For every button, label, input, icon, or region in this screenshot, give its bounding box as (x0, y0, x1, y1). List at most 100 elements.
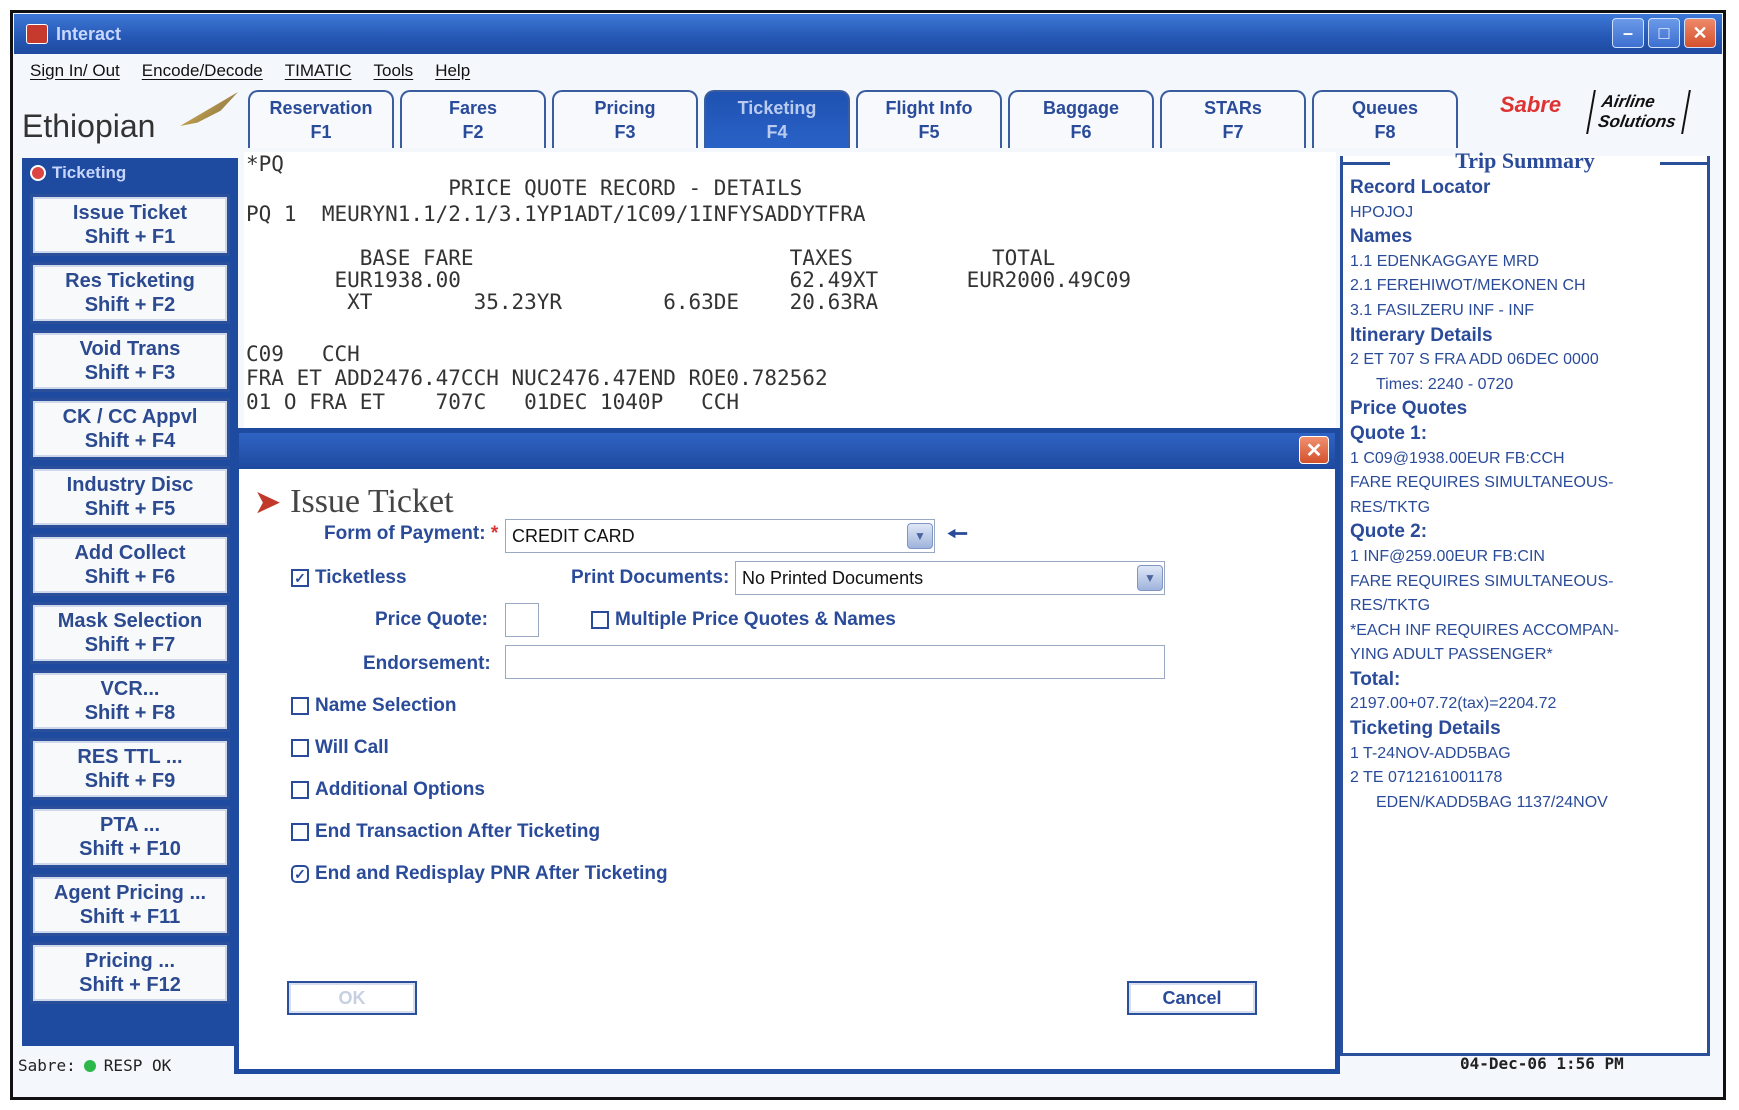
trip-summary-line: 2 ET 707 S FRA ADD 06DEC 0000 (1350, 351, 1599, 369)
tab-pricing[interactable]: Pricing F3 (552, 90, 698, 148)
trip-summary-line: RES/TKTG (1350, 597, 1431, 615)
checkbox-unchecked-icon (291, 823, 309, 841)
will-call-checkbox[interactable]: Will Call (291, 737, 389, 759)
res-ttl-button[interactable]: RES TTL ... Shift + F9 (30, 738, 230, 800)
trip-summary-line: FARE REQUIRES SIMULTANEOUS- (1350, 474, 1614, 492)
trip-summary-heading: Quote 1: (1350, 422, 1428, 444)
mask-selection-button[interactable]: Mask Selection Shift + F7 (30, 602, 230, 664)
window-title: Interact (56, 23, 122, 44)
endorsement-input[interactable] (505, 645, 1165, 679)
chevron-right-icon: ➤ (255, 485, 281, 519)
menu-sign-in-out[interactable]: Sign In/ Out (30, 61, 120, 81)
end-redisplay-pnr-checkbox[interactable]: ✓ End and Redisplay PNR After Ticketing (291, 863, 668, 885)
minimize-button[interactable]: – (1612, 18, 1644, 48)
end-transaction-checkbox[interactable]: End Transaction After Ticketing (291, 821, 600, 843)
close-button[interactable]: ✕ (1684, 18, 1716, 48)
chevron-down-icon[interactable]: ▼ (1137, 565, 1163, 591)
tab-queues[interactable]: Queues F8 (1312, 90, 1458, 148)
checkbox-unchecked-icon (291, 697, 309, 715)
cancel-button[interactable]: Cancel (1127, 981, 1257, 1015)
form-of-payment-label: Form of Payment: * (324, 523, 499, 544)
add-collect-button[interactable]: Add Collect Shift + F6 (30, 534, 230, 596)
trip-summary-line: RES/TKTG (1350, 498, 1431, 516)
terminal-line: FRA ET ADD2476.47CCH NUC2476.47END ROE0.… (246, 366, 828, 390)
trip-summary-heading: Quote 2: (1350, 521, 1428, 543)
trip-summary-line: *EACH INF REQUIRES ACCOMPAN- (1350, 621, 1620, 639)
sidebar-header: Ticketing (22, 158, 238, 188)
trip-summary-heading: Record Locator (1350, 177, 1491, 198)
tab-flight-info[interactable]: Flight Info F5 (856, 90, 1002, 148)
connection-led-icon (83, 1059, 96, 1072)
form-of-payment-select[interactable]: CREDIT CARD (505, 519, 935, 553)
print-documents-select[interactable]: No Printed Documents (735, 561, 1165, 595)
trip-summary-line: 2 TE 0712161001178 (1350, 769, 1503, 787)
trip-summary-line: HPOJOJ (1350, 203, 1414, 221)
pta-button[interactable]: PTA ... Shift + F10 (30, 806, 230, 868)
tab-fares[interactable]: Fares F2 (400, 90, 546, 148)
void-trans-button[interactable]: Void Trans Shift + F3 (30, 330, 230, 392)
menu-encode-decode[interactable]: Encode/Decode (142, 61, 263, 81)
terminal-screen[interactable]: *PQ PRICE QUOTE RECORD - DETAILS PQ 1 ME… (244, 152, 1336, 442)
checkbox-unchecked-icon (591, 611, 609, 629)
sabre-logo: Sabre (1500, 92, 1562, 117)
vcr-button[interactable]: VCR... Shift + F8 (30, 670, 230, 732)
airline-solutions-logo: Airline Solutions (1586, 90, 1692, 134)
checkbox-unchecked-icon (291, 739, 309, 757)
required-marker: * (490, 523, 499, 544)
trip-summary-line: 1 C09@1938.00EUR FB:CCH (1350, 449, 1565, 467)
menu-timatic[interactable]: TIMATIC (285, 61, 352, 81)
trip-summary-line: FARE REQUIRES SIMULTANEOUS- (1350, 572, 1614, 590)
issue-ticket-button[interactable]: Issue Ticket Shift + F1 (30, 194, 230, 256)
terminal-line: 01 O FRA ET 707C 01DEC 1040P CCH (246, 390, 740, 414)
trip-summary-line: 1 INF@259.00EUR FB:CIN (1350, 547, 1545, 565)
title-bar: Interact – □ ✕ (14, 14, 1722, 54)
endorsement-label: Endorsement: (363, 653, 491, 674)
pricing-button[interactable]: Pricing ... Shift + F12 (30, 942, 230, 1004)
terminal-line: *PQ (246, 152, 284, 176)
ticketing-icon (30, 165, 46, 181)
res-ticketing-button[interactable]: Res Ticketing Shift + F2 (30, 262, 230, 324)
maximize-button[interactable]: □ (1648, 18, 1680, 48)
additional-options-checkbox[interactable]: Additional Options (291, 779, 485, 801)
tab-reservation[interactable]: Reservation F1 (248, 90, 394, 148)
ticketing-sidebar: Ticketing Issue Ticket Shift + F1 Res Tic… (22, 158, 238, 1046)
checkbox-checked-icon: ✓ (291, 865, 309, 883)
tab-stars[interactable]: STARs F7 (1160, 90, 1306, 148)
menu-tools[interactable]: Tools (374, 61, 414, 81)
trip-summary-line: 1.1 EDENKAGGAYE MRD (1350, 252, 1540, 270)
trip-summary-line: EDEN/KADD5BAG 1137/24NOV (1376, 793, 1608, 811)
ok-button[interactable]: OK (287, 981, 417, 1015)
trip-summary-line: YING ADULT PASSENGER* (1350, 646, 1553, 664)
trip-summary-heading: Names (1350, 226, 1413, 248)
trip-summary-content: Record Locator HPOJOJ Names 1.1 EDENKAGGAYE… (1350, 176, 1706, 815)
trip-summary-heading: Total: (1350, 668, 1401, 690)
price-quote-input[interactable] (505, 603, 539, 637)
multiple-price-quotes-checkbox[interactable]: Multiple Price Quotes & Names (591, 609, 896, 631)
tab-ticketing[interactable]: Ticketing F4 (704, 90, 850, 148)
trip-summary-line: 3.1 FASILZERU INF - INF (1350, 301, 1535, 319)
trip-summary-heading: Itinerary Details (1350, 324, 1493, 346)
dialog-title: ➤ Issue Ticket (255, 483, 454, 520)
airline-logo: Ethiopian (22, 108, 156, 144)
tab-bar: Reservation F1 Fares F2 Pricing F3 Ticketin… (248, 90, 1458, 148)
status-bar-left: Sabre: RESP OK (18, 1056, 171, 1075)
trip-summary-title: Trip Summary (1340, 148, 1710, 174)
issue-ticket-dialog: ✕ ➤ Issue Ticket Form of Payment: * CRED… (234, 428, 1340, 1074)
chevron-down-icon[interactable]: ▼ (907, 523, 933, 549)
status-datetime: 04-Dec-06 1:56 PM (1460, 1054, 1624, 1073)
trip-summary-line: 1 T-24NOV-ADD5BAG (1350, 744, 1511, 762)
price-quote-label: Price Quote: (375, 609, 488, 630)
dialog-close-button[interactable]: ✕ (1299, 436, 1329, 464)
tab-baggage[interactable]: Baggage F6 (1008, 90, 1154, 148)
agent-pricing-button[interactable]: Agent Pricing ... Shift + F11 (30, 874, 230, 936)
ck-cc-appvl-button[interactable]: CK / CC Appvl Shift + F4 (30, 398, 230, 460)
ticketless-checkbox[interactable]: ✓ Ticketless (291, 567, 407, 589)
trip-summary-line: 2.1 FEREHIWOT/MEKONEN CH (1350, 277, 1586, 295)
industry-disc-button[interactable]: Industry Disc Shift + F5 (30, 466, 230, 528)
trip-summary-heading: Ticketing Details (1350, 718, 1501, 740)
menu-help[interactable]: Help (435, 61, 470, 81)
name-selection-checkbox[interactable]: Name Selection (291, 695, 457, 717)
status-host: Sabre: (18, 1056, 76, 1075)
arrow-left-icon[interactable]: 🠔 (947, 517, 968, 558)
menu-bar: Sign In/ Out Encode/Decode TIMATIC Tools… (14, 56, 1722, 86)
